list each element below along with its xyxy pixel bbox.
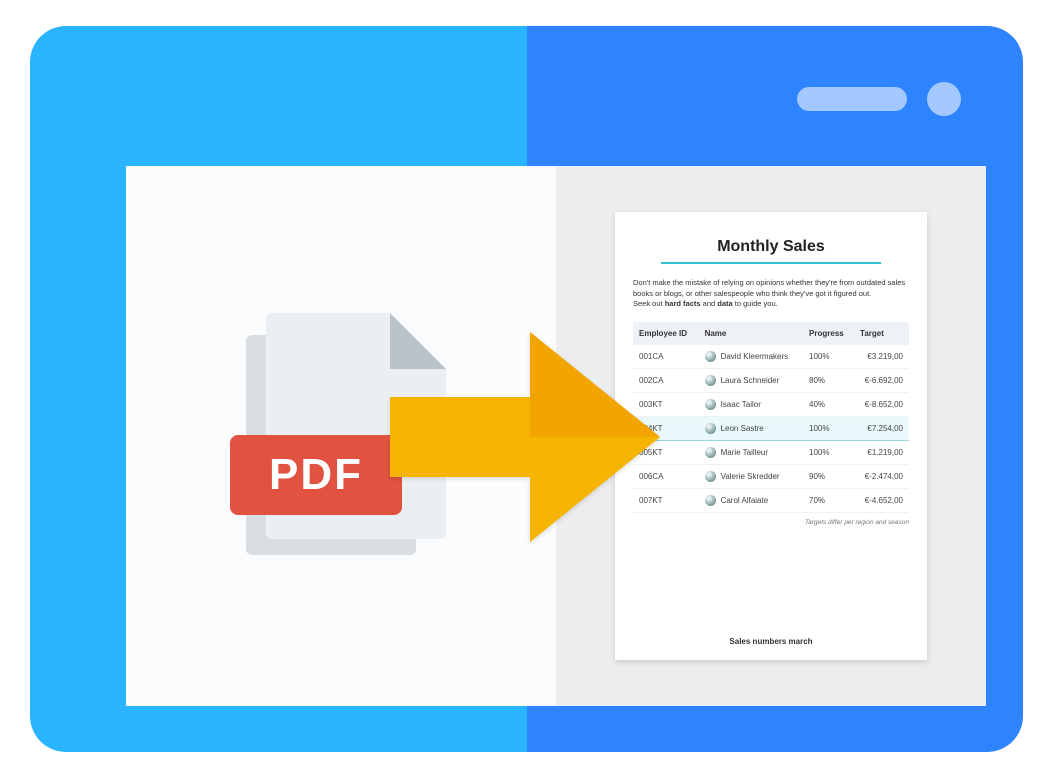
sales-table: Employee ID Name Progress Target 001CADa… — [633, 322, 909, 513]
table-header-row: Employee ID Name Progress Target — [633, 322, 909, 345]
cell-target: €3.219,00 — [854, 345, 909, 369]
cell-name-text: David Kleermakers — [721, 352, 789, 361]
avatar-icon — [705, 495, 716, 506]
table-row: 001CADavid Kleermakers100%€3.219,00 — [633, 345, 909, 369]
cell-progress: 100% — [803, 345, 854, 369]
cell-progress: 100% — [803, 440, 854, 464]
report-blurb-2b: hard facts — [665, 299, 701, 308]
report-blurb-2d: data — [717, 299, 732, 308]
report-blurb-2e: to guide you. — [733, 299, 778, 308]
report-blurb: Don't make the mistake of relying on opi… — [633, 278, 909, 310]
table-row: 003KTIsaac Tailor40%€-8.652,00 — [633, 392, 909, 416]
report-caption: Sales numbers march — [633, 617, 909, 650]
table-row: 006CAValerie Skredder90%€-2.474,00 — [633, 464, 909, 488]
col-name: Name — [699, 322, 803, 345]
cell-target: €1.219,00 — [854, 440, 909, 464]
cell-name: Leon Sastre — [699, 416, 803, 440]
cell-name-text: Valerie Skredder — [721, 472, 780, 481]
cell-target: €-4.652,00 — [854, 488, 909, 512]
pdf-label: PDF — [269, 450, 363, 500]
avatar-icon — [705, 423, 716, 434]
avatar-icon — [705, 447, 716, 458]
avatar-icon — [705, 351, 716, 362]
conversion-arrow-icon — [390, 332, 660, 542]
cell-progress: 100% — [803, 416, 854, 440]
col-progress: Progress — [803, 322, 854, 345]
cell-name: David Kleermakers — [699, 345, 803, 369]
report-footnote: Targets differ per region and season — [633, 519, 909, 526]
cell-name: Valerie Skredder — [699, 464, 803, 488]
cell-name: Marie Tailleur — [699, 440, 803, 464]
cell-target: €-2.474,00 — [854, 464, 909, 488]
report-blurb-2c: and — [701, 299, 718, 308]
avatar-icon — [705, 399, 716, 410]
cell-progress: 70% — [803, 488, 854, 512]
table-row: 005KTMarie Tailleur100%€1.219,00 — [633, 440, 909, 464]
avatar-icon — [705, 471, 716, 482]
cell-name-text: Leon Sastre — [721, 424, 764, 433]
cell-target: €-8.652,00 — [854, 392, 909, 416]
cell-name: Laura Schneider — [699, 368, 803, 392]
cell-target: €-6.692,00 — [854, 368, 909, 392]
pdf-badge: PDF — [230, 435, 402, 515]
window-control-circle — [927, 82, 961, 116]
table-row: 002CALaura Schneider80%€-6.692,00 — [633, 368, 909, 392]
cell-progress: 40% — [803, 392, 854, 416]
report-title-underline — [661, 262, 881, 264]
cell-progress: 80% — [803, 368, 854, 392]
cell-target: €7.254,00 — [854, 416, 909, 440]
report-document: Monthly Sales Don't make the mistake of … — [615, 212, 927, 660]
report-blurb-line1: Don't make the mistake of relying on opi… — [633, 278, 905, 298]
report-title: Monthly Sales — [633, 238, 909, 256]
window-controls — [797, 82, 961, 116]
cell-name-text: Marie Tailleur — [721, 448, 768, 457]
table-row: 007KTCarol Alfaiate70%€-4.652,00 — [633, 488, 909, 512]
col-target: Target — [854, 322, 909, 345]
cell-name-text: Carol Alfaiate — [721, 496, 769, 505]
cell-progress: 90% — [803, 464, 854, 488]
report-blurb-2a: Seek out — [633, 299, 665, 308]
table-row: 004KTLeon Sastre100%€7.254,00 — [633, 416, 909, 440]
cell-name: Carol Alfaiate — [699, 488, 803, 512]
cell-name-text: Laura Schneider — [721, 376, 780, 385]
cell-name-text: Isaac Tailor — [721, 400, 761, 409]
window-control-pill — [797, 87, 907, 111]
cell-name: Isaac Tailor — [699, 392, 803, 416]
avatar-icon — [705, 375, 716, 386]
